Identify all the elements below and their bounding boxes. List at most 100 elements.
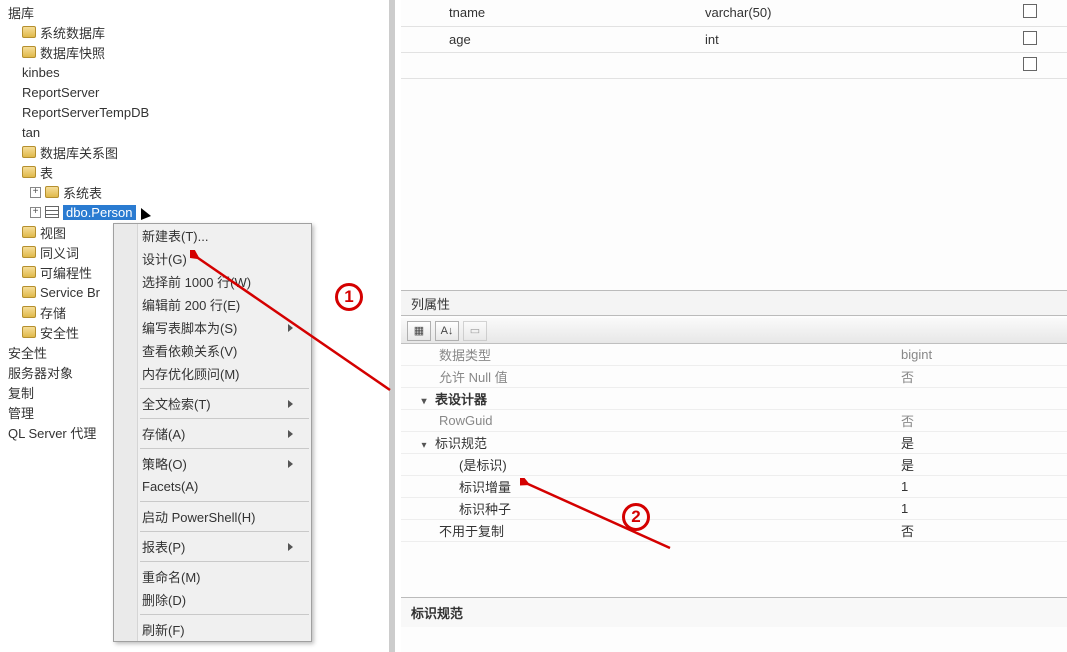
cm-item-script-as[interactable]: 编写表脚本为(S) (114, 316, 311, 339)
designer-panel: tname varchar(50) age int 列属性 ▦ A↓ ▭ 数据类… (401, 0, 1067, 652)
cm-item-rename[interactable]: 重命名(M) (114, 565, 311, 588)
columns-table: tname varchar(50) age int (401, 0, 1067, 79)
prop-label: 允许 Null 值 (401, 367, 901, 386)
tree-node-tables[interactable]: 表 (0, 162, 389, 182)
context-menu-separator (140, 614, 309, 615)
column-type-cell[interactable]: varchar(50) (697, 0, 993, 26)
prop-label: ▾标识规范 (401, 433, 901, 452)
prop-value: 1 (901, 501, 1067, 516)
cm-item-design[interactable]: 设计(G) (114, 247, 311, 270)
folder-icon (22, 26, 36, 38)
prop-row-notforrepl[interactable]: 不用于复制 否 (401, 520, 1067, 542)
prop-label: RowGuid (401, 413, 901, 428)
column-null-cell[interactable] (993, 26, 1067, 52)
folder-icon (22, 306, 36, 318)
prop-label: ▾表设计器 (401, 389, 901, 408)
prop-row-identseed[interactable]: 标识种子 1 (401, 498, 1067, 520)
tree-node-reportserver[interactable]: ReportServer (0, 82, 389, 102)
table-row[interactable]: tname varchar(50) (401, 0, 1067, 26)
prop-label: 标识增量 (401, 477, 901, 496)
checkbox-icon[interactable] (1023, 4, 1037, 18)
alphabetical-button[interactable]: A↓ (435, 321, 459, 341)
prop-row-identspec[interactable]: ▾标识规范 是 (401, 432, 1067, 454)
context-menu-separator (140, 531, 309, 532)
tree-node-systables[interactable]: +系统表 (0, 182, 389, 202)
prop-label: (是标识) (401, 455, 901, 474)
column-name-cell[interactable]: tname (401, 0, 697, 26)
prop-value: 1 (901, 479, 1067, 494)
context-menu-separator (140, 418, 309, 419)
expand-icon[interactable]: + (30, 207, 41, 218)
prop-row-isident[interactable]: (是标识) 是 (401, 454, 1067, 476)
expand-icon[interactable]: + (30, 187, 41, 198)
context-menu-separator (140, 501, 309, 502)
prop-row-rowguid[interactable]: RowGuid 否 (401, 410, 1067, 432)
folder-icon (22, 246, 36, 258)
properties-header: 列属性 (401, 290, 1067, 316)
tree-node-tan[interactable]: tan (0, 122, 389, 142)
folder-icon (22, 226, 36, 238)
chevron-down-icon[interactable]: ▾ (419, 397, 429, 407)
table-row[interactable]: age int (401, 26, 1067, 52)
tree-node-sys-db[interactable]: 系统数据库 (0, 22, 389, 42)
prop-value: 是 (901, 455, 1067, 474)
categorized-button[interactable]: ▦ (407, 321, 431, 341)
column-null-cell[interactable] (993, 0, 1067, 26)
cm-item-select-1000[interactable]: 选择前 1000 行(W) (114, 270, 311, 293)
prop-label: 标识种子 (401, 499, 901, 518)
cm-item-fulltext[interactable]: 全文检索(T) (114, 392, 311, 415)
context-menu-separator (140, 561, 309, 562)
prop-row-datatype[interactable]: 数据类型 bigint (401, 344, 1067, 366)
prop-value: 否 (901, 521, 1067, 540)
context-menu-separator (140, 448, 309, 449)
checkbox-icon[interactable] (1023, 57, 1037, 71)
cm-item-facets[interactable]: Facets(A) (114, 475, 311, 498)
folder-icon (22, 326, 36, 338)
folder-icon (22, 166, 36, 178)
cm-item-delete[interactable]: 删除(D) (114, 588, 311, 611)
tree-node-snapshot[interactable]: 数据库快照 (0, 42, 389, 62)
tree-node-dbo-person[interactable]: + dbo.Person (0, 202, 389, 222)
properties-page-button[interactable]: ▭ (463, 321, 487, 341)
tree-node-rel-diagram[interactable]: 数据库关系图 (0, 142, 389, 162)
prop-label: 数据类型 (401, 345, 901, 364)
prop-row-nullable[interactable]: 允许 Null 值 否 (401, 366, 1067, 388)
prop-row-tabledesign[interactable]: ▾表设计器 (401, 388, 1067, 410)
cm-item-policy[interactable]: 策略(O) (114, 452, 311, 475)
mouse-pointer-icon (141, 208, 151, 220)
chevron-down-icon[interactable]: ▾ (419, 441, 429, 451)
cm-item-memopt[interactable]: 内存优化顾问(M) (114, 362, 311, 385)
chevron-right-icon (288, 400, 293, 408)
cm-item-reports[interactable]: 报表(P) (114, 535, 311, 558)
chevron-right-icon (288, 460, 293, 468)
table-row[interactable] (401, 52, 1067, 78)
chevron-right-icon (288, 543, 293, 551)
cm-item-dependencies[interactable]: 查看依赖关系(V) (114, 339, 311, 362)
cm-item-edit-200[interactable]: 编辑前 200 行(E) (114, 293, 311, 316)
selected-tree-label: dbo.Person (63, 205, 136, 220)
tree-node-db-root[interactable]: 据库 (0, 2, 389, 22)
cm-item-powershell[interactable]: 启动 PowerShell(H) (114, 505, 311, 528)
folder-icon (22, 146, 36, 158)
prop-row-identincr[interactable]: 标识增量 1 (401, 476, 1067, 498)
annotation-badge-2: 2 (622, 503, 650, 531)
cm-item-storage[interactable]: 存储(A) (114, 422, 311, 445)
tree-node-kinbes[interactable]: kinbes (0, 62, 389, 82)
properties-toolbar: ▦ A↓ ▭ (401, 318, 1067, 344)
cm-item-refresh[interactable]: 刷新(F) (114, 618, 311, 641)
table-icon (45, 206, 59, 218)
chevron-right-icon (288, 430, 293, 438)
chevron-right-icon (288, 324, 293, 332)
properties-description: 标识规范 (401, 597, 1067, 627)
cm-item-new-table[interactable]: 新建表(T)... (114, 224, 311, 247)
properties-grid: 数据类型 bigint 允许 Null 值 否 ▾表设计器 RowGuid 否 … (401, 344, 1067, 592)
folder-icon (22, 286, 36, 298)
column-type-cell[interactable]: int (697, 26, 993, 52)
prop-value: bigint (901, 347, 1067, 362)
context-menu: 新建表(T)... 设计(G) 选择前 1000 行(W) 编辑前 200 行(… (113, 223, 312, 642)
column-name-cell[interactable]: age (401, 26, 697, 52)
checkbox-icon[interactable] (1023, 31, 1037, 45)
tree-node-reportservertemp[interactable]: ReportServerTempDB (0, 102, 389, 122)
folder-icon (45, 186, 59, 198)
prop-label: 不用于复制 (401, 521, 901, 540)
